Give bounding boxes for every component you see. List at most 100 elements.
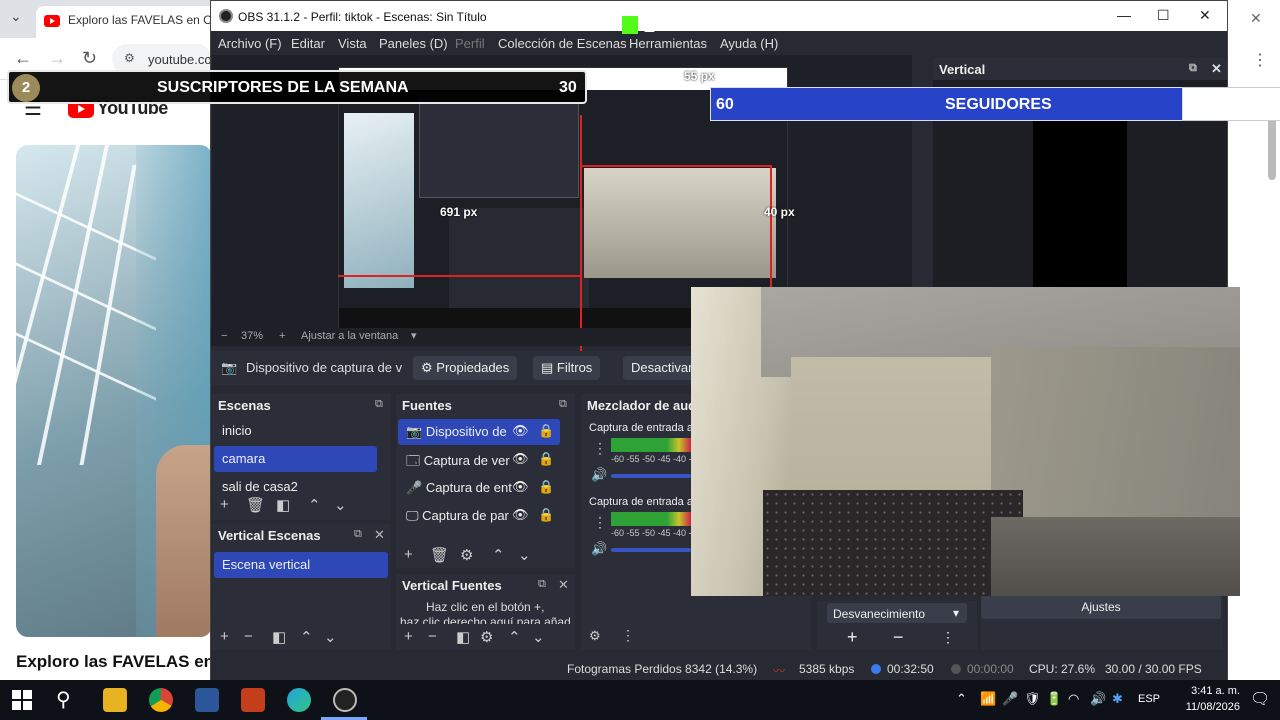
clock-date[interactable]: 11/08/2026 [1170, 701, 1240, 713]
menu-vista[interactable]: Vista [338, 36, 367, 51]
volume-icon[interactable]: 🔊 [1090, 691, 1106, 707]
volume-slider[interactable] [611, 474, 691, 478]
add-scene-icon[interactable]: + [220, 496, 229, 513]
move-down-icon[interactable]: ⌄ [532, 628, 545, 646]
filters-button[interactable]: ▤ Filtros [533, 356, 601, 380]
visibility-eye-icon[interactable]: 👁 [512, 451, 529, 467]
add-icon[interactable]: + [220, 628, 229, 645]
language-indicator[interactable]: ESP [1138, 693, 1160, 705]
zoom-dropdown-icon[interactable]: ▾ [411, 329, 417, 342]
windows-start-icon[interactable] [12, 690, 32, 710]
properties-button[interactable]: ⚙ Propiedades [413, 356, 518, 380]
reload-icon[interactable]: ↻ [82, 48, 97, 69]
wifi-icon[interactable]: ◠ [1068, 691, 1079, 707]
remove-icon[interactable]: − [428, 628, 437, 645]
source-properties-icon[interactable]: ⚙ [460, 546, 473, 564]
dock-undock-icon[interactable]: ⧉ [375, 398, 383, 411]
site-info-icon[interactable]: ⚙ [124, 51, 135, 65]
scene-item[interactable]: sali de casa2 [214, 474, 386, 492]
mixer-menu-icon[interactable]: ⋮ [621, 627, 635, 644]
powerpoint-icon[interactable] [241, 688, 265, 712]
file-explorer-icon[interactable] [103, 688, 127, 712]
volume-slider[interactable] [611, 548, 691, 552]
dock-undock-icon[interactable]: ⧉ [538, 578, 546, 591]
fit-window-label[interactable]: Ajustar a la ventana [301, 330, 398, 342]
dock-close-icon[interactable]: ✕ [558, 577, 569, 593]
channel-menu-icon[interactable]: ⋮ [593, 440, 607, 457]
chrome-menu-icon[interactable]: ⋮ [1252, 50, 1268, 70]
visibility-eye-icon[interactable]: 👁 [512, 507, 529, 523]
vertical-scene-item[interactable]: Escena vertical [214, 552, 388, 578]
remove-icon[interactable]: − [244, 628, 253, 645]
forward-icon[interactable]: → [48, 48, 66, 69]
move-up-icon[interactable]: ⌃ [300, 628, 313, 646]
remove-scene-icon[interactable]: 🗑 [246, 496, 265, 514]
source-item[interactable]: 🗔 Captura de ver 👁 🔒 [398, 447, 560, 473]
youtube-video-title[interactable]: Exploro las FAVELAS en [16, 652, 212, 672]
filters-icon[interactable]: ◧ [272, 628, 286, 646]
dock-undock-icon[interactable]: ⧉ [1189, 62, 1197, 75]
lock-icon[interactable]: 🔒 [538, 423, 554, 439]
vertical-canvas[interactable] [1033, 98, 1127, 288]
close-window-icon[interactable]: ✕ [1199, 7, 1211, 24]
lock-icon[interactable]: 🔒 [538, 479, 554, 495]
youtube-video-player[interactable] [16, 145, 212, 637]
visibility-eye-icon[interactable]: 👁 [512, 423, 529, 439]
remove-source-icon[interactable]: 🗑 [430, 546, 449, 564]
dock-close-icon[interactable]: ✕ [374, 527, 385, 543]
deactivate-button[interactable]: Desactivar [623, 356, 701, 380]
remove-transition-icon[interactable]: − [893, 627, 904, 648]
channel-menu-icon[interactable]: ⋮ [593, 514, 607, 531]
bluetooth-icon[interactable]: ✱ [1112, 691, 1123, 707]
source-item[interactable]: 🎤 Captura de ent 👁 🔒 [398, 475, 560, 501]
chrome-tab-youtube[interactable]: Exploro las FAVELAS en CO [36, 6, 216, 38]
tab-search-icon[interactable]: ⌄ [10, 8, 22, 25]
move-up-icon[interactable]: ⌃ [492, 546, 505, 564]
source-item[interactable]: 🖵 Captura de par 👁 🔒 [398, 503, 560, 529]
network-icon[interactable]: 📶 [980, 691, 996, 707]
menu-coleccion-escenas[interactable]: Colección de Escenas [498, 36, 627, 51]
menu-paneles[interactable]: Paneles (D) [379, 36, 448, 51]
chrome-icon[interactable] [149, 688, 173, 712]
menu-editar[interactable]: Editar [291, 36, 325, 51]
transition-menu-icon[interactable]: ⋮ [941, 629, 955, 646]
notifications-icon[interactable]: 🗨 [1250, 689, 1270, 709]
tray-overflow-icon[interactable]: ⌃ [956, 691, 967, 707]
menu-ayuda[interactable]: Ayuda (H) [720, 36, 778, 51]
properties-icon[interactable]: ⚙ [480, 628, 493, 646]
speaker-icon[interactable]: 🔊 [591, 541, 607, 557]
back-icon[interactable]: ← [14, 48, 32, 69]
move-up-icon[interactable]: ⌃ [508, 628, 521, 646]
speaker-icon[interactable]: 🔊 [591, 467, 607, 483]
shield-icon[interactable]: 🛡 [1024, 691, 1041, 707]
dock-undock-icon[interactable]: ⧉ [559, 398, 567, 411]
zoom-in-icon[interactable]: + [279, 330, 285, 342]
advanced-audio-icon[interactable]: ⚙ [589, 628, 601, 644]
word-icon[interactable] [195, 688, 219, 712]
search-icon[interactable]: ⚲ [56, 687, 71, 712]
scene-item-selected[interactable]: camara [214, 446, 377, 472]
clock-time[interactable]: 3:41 a. m. [1182, 685, 1240, 697]
zoom-out-icon[interactable]: − [221, 330, 227, 342]
dock-undock-icon[interactable]: ⧉ [354, 528, 362, 541]
move-down-icon[interactable]: ⌄ [324, 628, 337, 646]
transition-select[interactable]: Desvanecimiento ▾ [827, 603, 967, 623]
microphone-tray-icon[interactable]: 🎤 [1002, 691, 1018, 707]
scene-item[interactable]: inicio [214, 418, 386, 444]
menu-perfil[interactable]: Perfil [455, 36, 485, 51]
minimize-icon[interactable]: — [1117, 7, 1131, 23]
close-tab-icon[interactable]: ✕ [1250, 10, 1262, 27]
add-icon[interactable]: + [404, 628, 413, 645]
scene-filters-icon[interactable]: ◧ [276, 496, 290, 514]
move-up-icon[interactable]: ⌃ [308, 496, 321, 514]
maximize-icon[interactable]: ☐ [1157, 7, 1170, 24]
battery-icon[interactable]: 🔋 [1046, 691, 1062, 707]
edge-icon[interactable] [287, 688, 311, 712]
dock-close-icon[interactable]: ✕ [1211, 61, 1222, 77]
add-transition-icon[interactable]: + [847, 627, 858, 648]
source-item-selected[interactable]: 📷 Dispositivo de 👁 🔒 [398, 419, 560, 445]
menu-herramientas[interactable]: Herramientas [629, 36, 707, 51]
obs-taskbar-icon[interactable] [333, 688, 357, 712]
visibility-eye-icon[interactable]: 👁 [512, 479, 529, 495]
filters-icon[interactable]: ◧ [456, 628, 470, 646]
